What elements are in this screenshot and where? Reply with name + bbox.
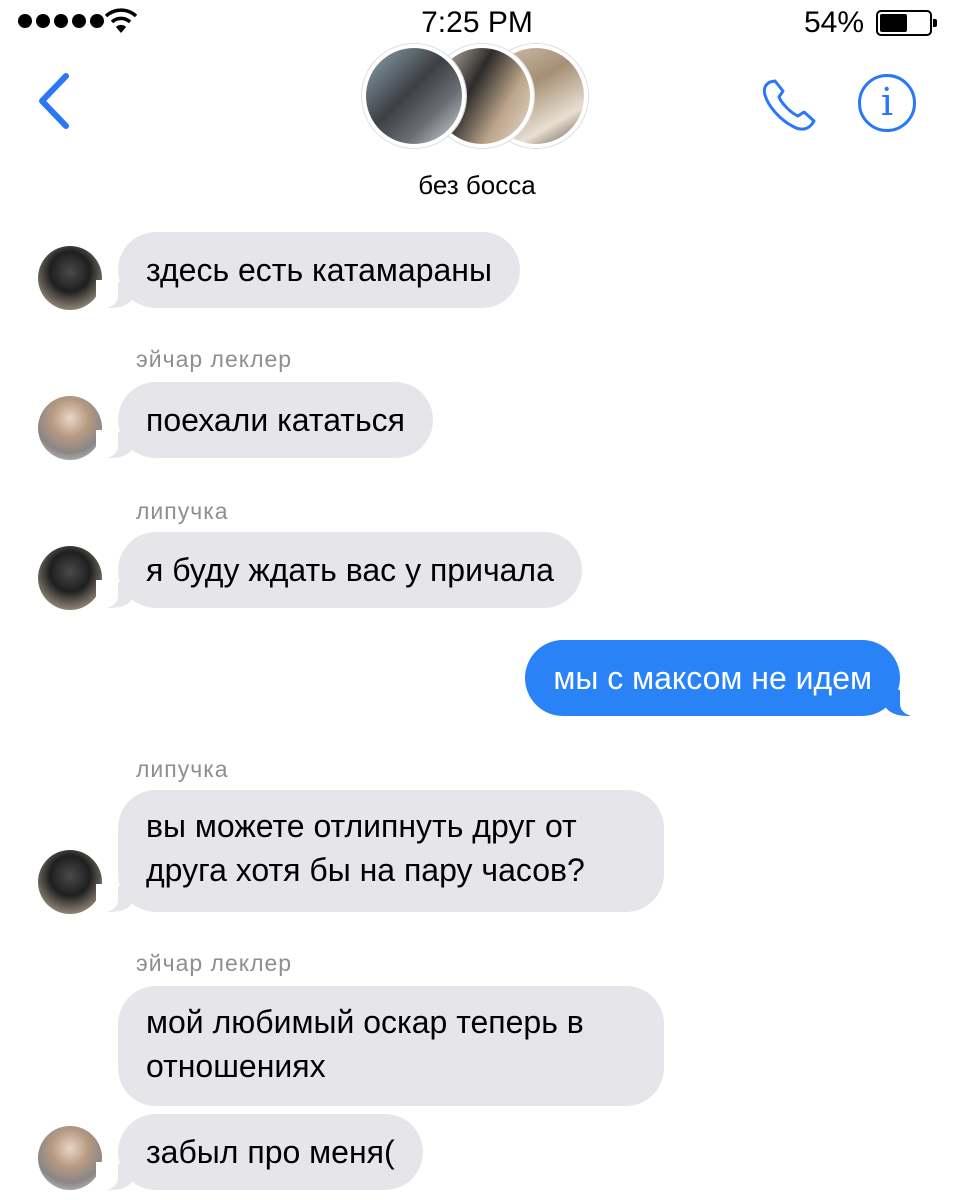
sender-avatar[interactable]	[38, 546, 102, 610]
sender-name: эйчар леклер	[136, 950, 293, 976]
group-member-avatar	[362, 44, 466, 148]
message-bubble-incoming[interactable]: поехали кататься	[96, 382, 433, 458]
sender-avatar[interactable]	[38, 1126, 102, 1190]
sender-name: липучка	[136, 756, 229, 782]
group-avatars[interactable]	[362, 44, 592, 150]
info-button[interactable]: i	[858, 74, 916, 132]
sender-name: эйчар леклер	[136, 346, 293, 372]
back-chevron-icon[interactable]	[30, 70, 80, 132]
message-bubble-incoming[interactable]: я буду ждать вас у причала	[96, 532, 582, 608]
message-bubble-outgoing[interactable]: мы с максом не идем	[525, 640, 922, 716]
message-bubble-incoming[interactable]: мой любимый оскар теперь в отношениях	[118, 986, 664, 1106]
conversation-title[interactable]: без босса	[0, 170, 954, 201]
sender-name: липучка	[136, 498, 229, 524]
battery-percentage: 54%	[803, 6, 864, 39]
sender-avatar[interactable]	[38, 850, 102, 914]
phone-call-icon[interactable]	[758, 76, 822, 134]
battery-icon	[876, 10, 937, 36]
sender-avatar[interactable]	[38, 246, 102, 310]
message-bubble-incoming[interactable]: здесь есть катамараны	[96, 232, 520, 308]
message-bubble-incoming[interactable]: вы можете отлипнуть друг от друга хотя б…	[96, 790, 664, 912]
sender-avatar[interactable]	[38, 396, 102, 460]
status-bar: 7:25 PM 54%	[0, 0, 954, 46]
message-bubble-incoming[interactable]: забыл про меня(	[96, 1114, 423, 1190]
